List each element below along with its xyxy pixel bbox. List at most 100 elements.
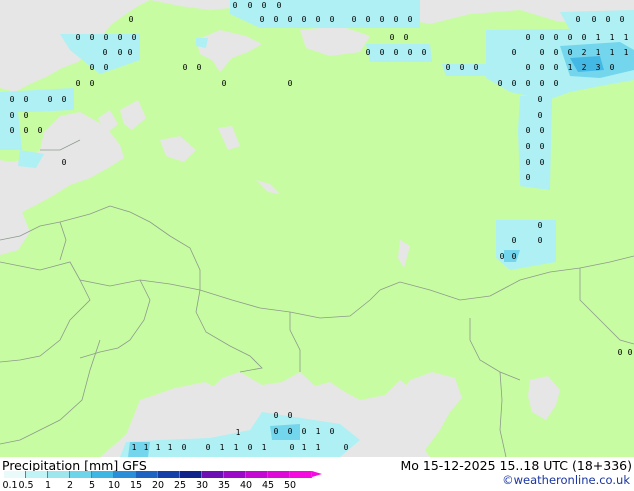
precip-value-label: 0 xyxy=(62,95,67,104)
precip-value-label: 0 xyxy=(606,15,611,24)
legend-swatch xyxy=(4,471,26,478)
precip-value-label: 0 xyxy=(233,1,238,10)
precip-value-label: 0 xyxy=(568,48,573,57)
precipitation-map: 0000000000000000000000000000000011100000… xyxy=(0,0,634,457)
precip-value-label: 0 xyxy=(446,63,451,72)
precip-value-label: 1 xyxy=(262,443,267,452)
precip-value-label: 1 xyxy=(132,443,137,452)
precip-value-label: 0 xyxy=(540,79,545,88)
precip-value-label: 1 xyxy=(316,443,321,452)
precip-value-label: 0 xyxy=(183,63,188,72)
precip-value-label: 0 xyxy=(10,95,15,104)
precip-value-label: 0 xyxy=(330,427,335,436)
precip-value-label: 0 xyxy=(540,63,545,72)
precip-value-label: 0 xyxy=(290,443,295,452)
legend-swatch xyxy=(246,471,268,478)
precip-value-label: 1 xyxy=(236,428,241,437)
precip-value-label: 0 xyxy=(206,443,211,452)
precip-value-label: 0 xyxy=(512,236,517,245)
precip-value-label: 0 xyxy=(262,1,267,10)
precip-value-label: 1 xyxy=(302,443,307,452)
precip-value-label: 0 xyxy=(526,79,531,88)
precip-value-label: 0 xyxy=(380,15,385,24)
precip-value-label: 0 xyxy=(288,79,293,88)
precip-value-label: 0 xyxy=(248,1,253,10)
precip-value-label: 0 xyxy=(128,48,133,57)
precip-value-label: 0 xyxy=(129,15,134,24)
precip-value-label: 0 xyxy=(366,15,371,24)
precip-value-label: 0 xyxy=(498,79,503,88)
precip-value-label: 0 xyxy=(408,15,413,24)
precip-value-label: 0 xyxy=(538,221,543,230)
precip-value-label: 0 xyxy=(260,15,265,24)
precip-value-label: 0 xyxy=(526,158,531,167)
precip-value-label: 0 xyxy=(512,79,517,88)
precip-value-label: 0 xyxy=(302,427,307,436)
precip-value-label: 0 xyxy=(118,33,123,42)
footer-bar: Precipitation [mm] GFS Mo 15-12-2025 15.… xyxy=(0,457,634,491)
precip-value-label: 0 xyxy=(76,79,81,88)
precip-value-label: 0 xyxy=(380,48,385,57)
legend-swatch xyxy=(224,471,246,478)
precip-value-label: 0 xyxy=(618,348,623,357)
precip-value-label: 0 xyxy=(316,15,321,24)
precip-value-label: 3 xyxy=(596,63,601,72)
precip-value-label: 0 xyxy=(538,111,543,120)
legend-swatch xyxy=(26,471,48,478)
precip-value-label: 0 xyxy=(390,33,395,42)
precip-value-label: 0 xyxy=(104,33,109,42)
precip-value-label: 0 xyxy=(248,443,253,452)
precip-value-label: 0 xyxy=(610,63,615,72)
precip-value-label: 0 xyxy=(554,33,559,42)
precip-value-label: 0 xyxy=(352,15,357,24)
legend-swatch xyxy=(202,471,224,478)
precip-value-label: 0 xyxy=(48,95,53,104)
precip-value-label: 0 xyxy=(526,126,531,135)
precip-value-label: 0 xyxy=(582,33,587,42)
precip-value-label: 0 xyxy=(576,15,581,24)
legend-swatch xyxy=(114,471,136,478)
precip-value-label: 1 xyxy=(144,443,149,452)
precip-value-label: 0 xyxy=(10,111,15,120)
precip-value-label: 0 xyxy=(554,48,559,57)
precip-value-label: 0 xyxy=(408,48,413,57)
precip-value-label: 0 xyxy=(512,48,517,57)
precip-value-label: 0 xyxy=(90,33,95,42)
precip-value-label: 2 xyxy=(582,63,587,72)
precip-value-label: 0 xyxy=(540,158,545,167)
precip-value-label: 1 xyxy=(234,443,239,452)
precip-value-label: 0 xyxy=(132,33,137,42)
precip-value-label: 0 xyxy=(538,95,543,104)
precip-value-label: 1 xyxy=(610,33,615,42)
precip-value-label: 0 xyxy=(90,63,95,72)
precip-value-label: 0 xyxy=(540,48,545,57)
precip-value-label: 0 xyxy=(288,411,293,420)
precip-value-label: 1 xyxy=(610,48,615,57)
legend-swatch xyxy=(290,471,312,478)
legend-swatch xyxy=(158,471,180,478)
precip-value-label: 0 xyxy=(540,126,545,135)
precip-value-label: 0 xyxy=(24,95,29,104)
precip-value-label: 0 xyxy=(620,15,625,24)
precip-value-label: 0 xyxy=(554,79,559,88)
precip-value-label: 1 xyxy=(168,443,173,452)
precip-value-label: 0 xyxy=(277,1,282,10)
legend-swatch xyxy=(136,471,158,478)
precip-value-label: 1 xyxy=(316,427,321,436)
legend-swatch xyxy=(70,471,92,478)
precip-value-label: 0 xyxy=(10,126,15,135)
precip-value-label: 0 xyxy=(526,173,531,182)
credit-link[interactable]: ©weatheronline.co.uk xyxy=(502,473,630,487)
legend-swatch xyxy=(48,471,70,478)
precip-value-label: 0 xyxy=(540,142,545,151)
precip-value-label: 2 xyxy=(582,48,587,57)
precip-value-label: 0 xyxy=(422,48,427,57)
precip-value-label: 0 xyxy=(288,427,293,436)
precip-value-label: 0 xyxy=(538,236,543,245)
legend-swatch xyxy=(268,471,290,478)
precip-value-label: 1 xyxy=(568,63,573,72)
precip-value-label: 0 xyxy=(330,15,335,24)
precip-value-label: 0 xyxy=(404,33,409,42)
precip-value-label: 0 xyxy=(526,33,531,42)
precip-value-label: 0 xyxy=(24,126,29,135)
